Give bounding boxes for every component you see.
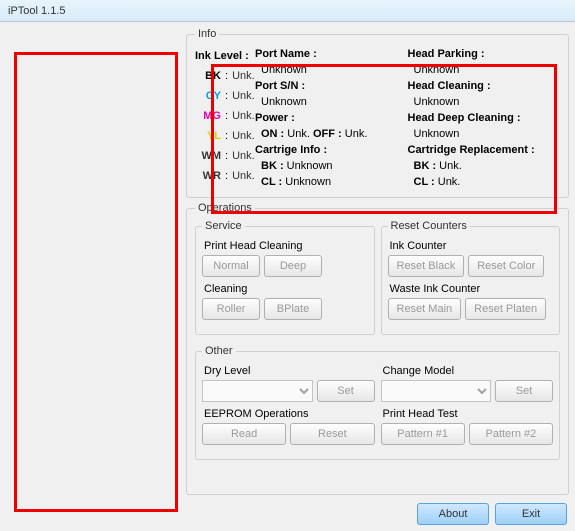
reset-main-button[interactable]: Reset Main [388,298,462,320]
reset-platen-button[interactable]: Reset Platen [465,298,546,320]
ink-row: WR: Unk. [195,166,255,186]
model-set-button[interactable]: Set [495,380,553,402]
other-group: Other Dry Level Set EEPROM Operations [195,345,560,460]
normal-button[interactable]: Normal [202,255,260,277]
change-model-select[interactable] [381,380,492,402]
about-button[interactable]: About [417,503,489,525]
dry-level-select[interactable] [202,380,313,402]
window-title: iPTool 1.1.5 [8,5,65,17]
ink-level-column: Ink Level : BK: Unk. CY: Unk. MG: Unk. Y… [195,46,255,190]
deep-button[interactable]: Deep [264,255,322,277]
info-legend: Info [195,28,219,40]
pattern1-button[interactable]: Pattern #1 [381,423,465,445]
ink-row: MG: Unk. [195,106,255,126]
eeprom-read-button[interactable]: Read [202,423,286,445]
ink-row: WM: Unk. [195,146,255,166]
operations-group: Operations Service Print Head Cleaning N… [186,202,569,495]
titlebar: iPTool 1.1.5 [0,0,575,22]
ink-row: BK: Unk. [195,66,255,86]
ink-row: YL: Unk. [195,126,255,146]
dry-set-button[interactable]: Set [317,380,375,402]
ops-legend: Operations [195,202,255,214]
roller-button[interactable]: Roller [202,298,260,320]
info-group: Info Ink Level : BK: Unk. CY: Unk. MG: U… [186,28,569,198]
info-col-3: Head Parking : Unknown Head Cleaning : U… [408,46,561,190]
eeprom-reset-button[interactable]: Reset [290,423,374,445]
ink-level-label: Ink Level : [195,50,249,62]
preview-panel [6,28,180,525]
info-col-2: Port Name : Unknown Port S/N : Unknown P… [255,46,408,190]
exit-button[interactable]: Exit [495,503,567,525]
ink-row: CY: Unk. [195,86,255,106]
pattern2-button[interactable]: Pattern #2 [469,423,553,445]
service-group: Service Print Head Cleaning Normal Deep … [195,220,375,335]
bplate-button[interactable]: BPlate [264,298,322,320]
reset-color-button[interactable]: Reset Color [468,255,544,277]
reset-black-button[interactable]: Reset Black [388,255,465,277]
reset-counters-group: Reset Counters Ink Counter Reset Black R… [381,220,561,335]
window-body: Info Ink Level : BK: Unk. CY: Unk. MG: U… [0,22,575,531]
